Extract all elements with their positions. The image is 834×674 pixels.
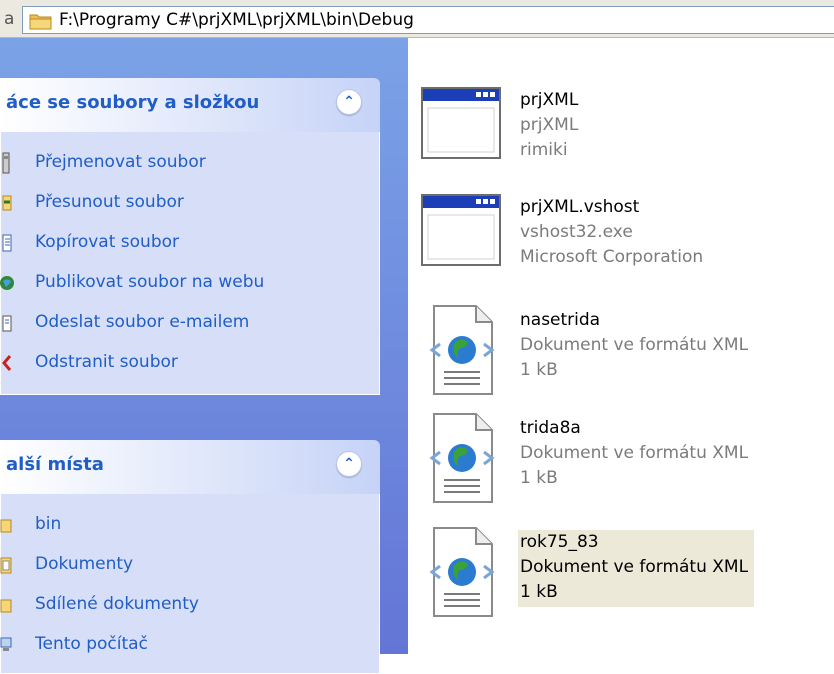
place-computer[interactable]: Tento počítač xyxy=(0,626,379,666)
file-type: Dokument ve formátu XML xyxy=(520,443,749,463)
other-places-header[interactable]: alší místa ⌃ xyxy=(0,440,380,494)
computer-icon xyxy=(0,634,15,654)
file-company: rimiki xyxy=(520,140,568,160)
file-name: nasetrida xyxy=(520,310,601,330)
move-icon xyxy=(0,192,15,212)
place-documents-label: Dokumenty xyxy=(35,554,134,574)
other-places-list: bin Dokumenty Sdílené dokumenty Tento po… xyxy=(0,494,380,674)
file-name: rok75_83 xyxy=(520,532,599,552)
folder-icon xyxy=(0,594,15,614)
other-places-title: alší místa xyxy=(6,454,104,475)
file-details: nasetrida Dokument ve formátu XML 1 kB xyxy=(520,308,748,383)
task-rename-label: Přejmenovat soubor xyxy=(35,152,206,172)
file-item[interactable]: prjXML.vshost vshost32.exe Microsoft Cor… xyxy=(408,185,834,295)
task-publish[interactable]: Publikovat soubor na webu xyxy=(0,264,379,304)
file-details: trida8a Dokument ve formátu XML 1 kB xyxy=(520,416,748,491)
documents-icon xyxy=(0,554,15,574)
delete-icon xyxy=(0,352,15,372)
file-size: 1 kB xyxy=(520,360,558,380)
task-rename[interactable]: Přejmenovat soubor xyxy=(1,144,379,184)
place-shared[interactable]: Sdílené dokumenty xyxy=(0,586,379,626)
publish-web-icon xyxy=(0,272,15,292)
address-input[interactable]: F:\Programy C#\prjXML\prjXML\bin\Debug xyxy=(22,6,834,34)
place-bin[interactable]: bin xyxy=(0,506,379,546)
place-documents[interactable]: Dokumenty xyxy=(0,546,379,586)
task-delete-label: Odstranit soubor xyxy=(35,352,178,372)
email-icon xyxy=(0,312,15,332)
file-description: prjXML xyxy=(520,115,579,135)
place-bin-label: bin xyxy=(35,514,62,534)
file-details: prjXML.vshost vshost32.exe Microsoft Cor… xyxy=(520,195,703,270)
file-item[interactable]: prjXML prjXML rimiki xyxy=(408,78,834,188)
xml-document-icon xyxy=(420,526,504,617)
other-places-panel: alší místa ⌃ bin Dokumenty Sdílené dokum… xyxy=(0,440,380,674)
file-tasks-list: Přejmenovat soubor Přesunout soubor Kopí… xyxy=(0,132,380,395)
task-email[interactable]: Odeslat soubor e-mailem xyxy=(1,304,379,344)
task-copy-label: Kopírovat soubor xyxy=(35,232,179,252)
file-list: prjXML prjXML rimiki prjXML.vshost vshos… xyxy=(408,38,834,654)
task-copy[interactable]: Kopírovat soubor xyxy=(1,224,379,264)
file-name: prjXML xyxy=(520,90,579,110)
file-name: trida8a xyxy=(520,418,581,438)
place-computer-label: Tento počítač xyxy=(35,634,148,654)
xml-document-icon xyxy=(420,304,504,395)
task-move[interactable]: Přesunout soubor xyxy=(1,184,379,224)
file-description: vshost32.exe xyxy=(520,222,633,242)
task-pane: áce se soubory a složkou ⌃ Přejmenovat s… xyxy=(0,38,408,674)
application-window-icon xyxy=(420,191,504,275)
file-tasks-title: áce se soubory a složkou xyxy=(6,92,260,113)
file-item[interactable]: nasetrida Dokument ve formátu XML 1 kB xyxy=(408,298,834,408)
collapse-icon[interactable]: ⌃ xyxy=(336,89,362,115)
address-path: F:\Programy C#\prjXML\prjXML\bin\Debug xyxy=(59,10,414,30)
folder-icon xyxy=(29,11,53,35)
copy-icon xyxy=(0,232,15,252)
file-item[interactable]: trida8a Dokument ve formátu XML 1 kB xyxy=(408,406,834,516)
file-company: Microsoft Corporation xyxy=(520,247,704,267)
file-details: rok75_83 Dokument ve formátu XML 1 kB xyxy=(518,530,755,607)
file-type: Dokument ve formátu XML xyxy=(520,335,749,355)
task-delete[interactable]: Odstranit soubor xyxy=(1,344,379,384)
address-bar: a F:\Programy C#\prjXML\prjXML\bin\Debug xyxy=(0,0,834,38)
file-item-selected[interactable]: rok75_83 Dokument ve formátu XML 1 kB xyxy=(408,520,834,630)
rename-icon xyxy=(0,152,15,174)
application-window-icon xyxy=(420,84,504,168)
file-type: Dokument ve formátu XML xyxy=(520,557,749,577)
file-tasks-panel: áce se soubory a složkou ⌃ Přejmenovat s… xyxy=(0,78,380,395)
task-publish-label: Publikovat soubor na webu xyxy=(35,272,265,292)
place-shared-label: Sdílené dokumenty xyxy=(35,594,199,614)
file-details: prjXML prjXML rimiki xyxy=(520,88,578,163)
file-name: prjXML.vshost xyxy=(520,197,640,217)
file-tasks-header[interactable]: áce se soubory a složkou ⌃ xyxy=(0,78,380,132)
collapse-icon[interactable]: ⌃ xyxy=(336,451,362,477)
task-email-label: Odeslat soubor e-mailem xyxy=(35,312,250,332)
folder-icon xyxy=(0,514,15,534)
address-label: a xyxy=(4,9,15,29)
file-size: 1 kB xyxy=(520,582,558,602)
xml-document-icon xyxy=(420,412,504,503)
task-move-label: Přesunout soubor xyxy=(35,192,184,212)
file-size: 1 kB xyxy=(520,468,558,488)
